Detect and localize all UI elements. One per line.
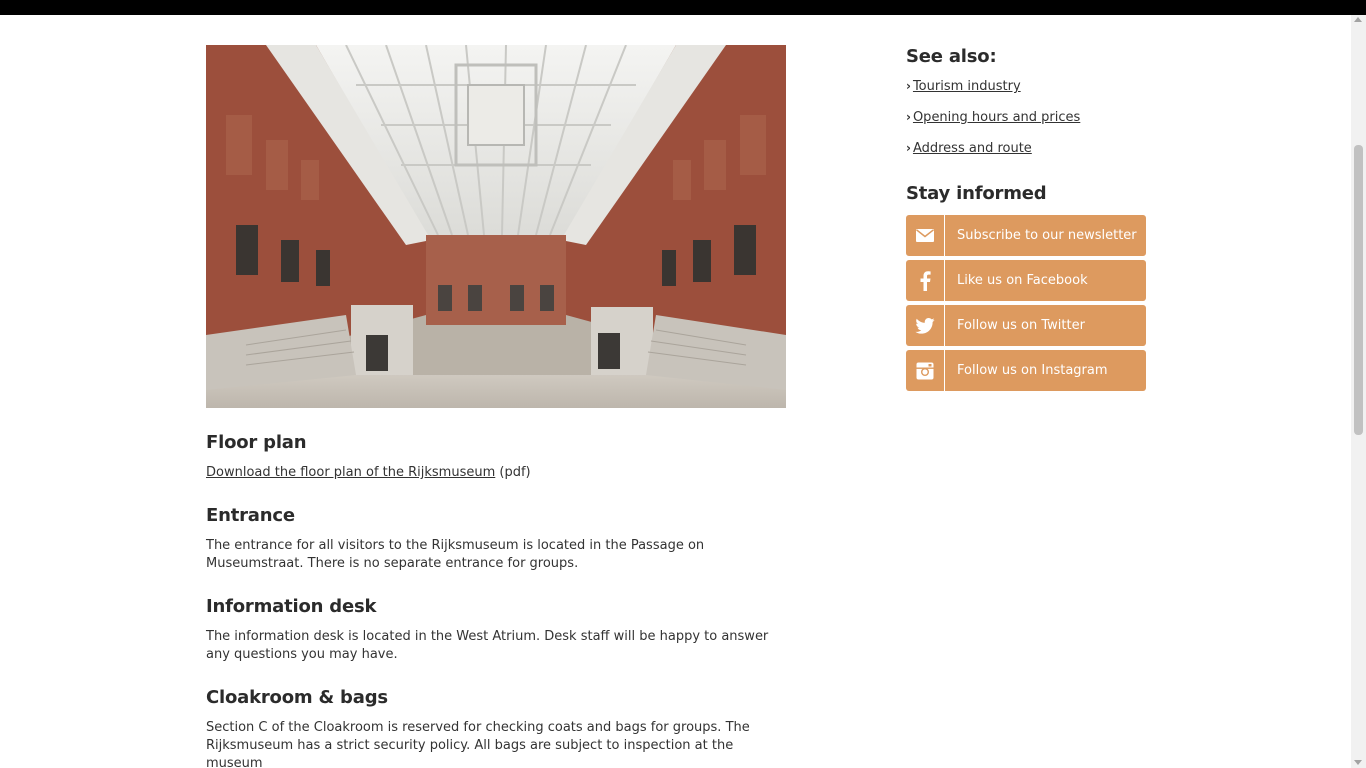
tourism-industry-link[interactable]: Tourism industry [913, 79, 1021, 94]
social-buttons: Subscribe to our newsletter Like us on F… [906, 215, 1146, 391]
instagram-icon [906, 350, 945, 391]
address-route-link[interactable]: Address and route [913, 141, 1032, 156]
envelope-icon [906, 215, 945, 256]
instagram-button[interactable]: Follow us on Instagram [906, 350, 1146, 391]
floor-plan-paragraph: Download the floor plan of the Rijksmuse… [206, 464, 786, 482]
see-also-item: › Opening hours and prices [906, 108, 1146, 127]
chevron-right-icon: › [906, 141, 911, 155]
main-content: Floor plan Download the floor plan of th… [206, 430, 786, 768]
scroll-down-arrow-icon[interactable] [1354, 760, 1362, 765]
floor-plan-heading: Floor plan [206, 432, 307, 453]
information-desk-heading: Information desk [206, 596, 377, 617]
opening-hours-link[interactable]: Opening hours and prices [913, 110, 1080, 125]
information-desk-text: The information desk is located in the W… [206, 629, 769, 662]
twitter-button[interactable]: Follow us on Twitter [906, 305, 1146, 346]
facebook-label: Like us on Facebook [957, 273, 1088, 288]
facebook-icon [906, 260, 945, 301]
chevron-right-icon: › [906, 79, 911, 93]
vertical-scrollbar[interactable] [1351, 15, 1366, 768]
sidebar: See also: › Tourism industry › Opening hou… [906, 44, 1146, 395]
see-also-heading: See also: [906, 46, 997, 67]
cloakroom-text: Section C of the Cloakroom is reserved f… [206, 720, 750, 768]
instagram-label: Follow us on Instagram [957, 363, 1108, 378]
floor-plan-download-link[interactable]: Download the floor plan of the Rijksmuse… [206, 465, 495, 480]
stay-informed-heading: Stay informed [906, 183, 1047, 204]
top-bar [0, 0, 1366, 15]
entrance-text: The entrance for all visitors to the Rij… [206, 538, 705, 571]
entrance-section: Entrance The entrance for all visitors t… [206, 503, 786, 573]
see-also-list: › Tourism industry › Opening hours and pri… [906, 77, 1146, 158]
chevron-right-icon: › [906, 110, 911, 124]
see-also-item: › Tourism industry [906, 77, 1146, 96]
facebook-button[interactable]: Like us on Facebook [906, 260, 1146, 301]
newsletter-button[interactable]: Subscribe to our newsletter [906, 215, 1146, 256]
twitter-label: Follow us on Twitter [957, 318, 1085, 333]
twitter-icon [906, 305, 945, 346]
cloakroom-heading: Cloakroom & bags [206, 687, 388, 708]
information-desk-section: Information desk The information desk is… [206, 594, 786, 664]
scrollbar-thumb[interactable] [1354, 145, 1363, 435]
scroll-up-arrow-icon[interactable] [1354, 17, 1362, 22]
entrance-heading: Entrance [206, 505, 295, 526]
cloakroom-section: Cloakroom & bags Section C of the Cloakr… [206, 685, 786, 768]
newsletter-label: Subscribe to our newsletter [957, 228, 1137, 243]
floor-plan-section: Floor plan Download the floor plan of th… [206, 430, 786, 482]
floor-plan-format: (pdf) [495, 465, 531, 480]
see-also-item: › Address and route [906, 139, 1146, 158]
museum-atrium-photo [206, 45, 786, 408]
